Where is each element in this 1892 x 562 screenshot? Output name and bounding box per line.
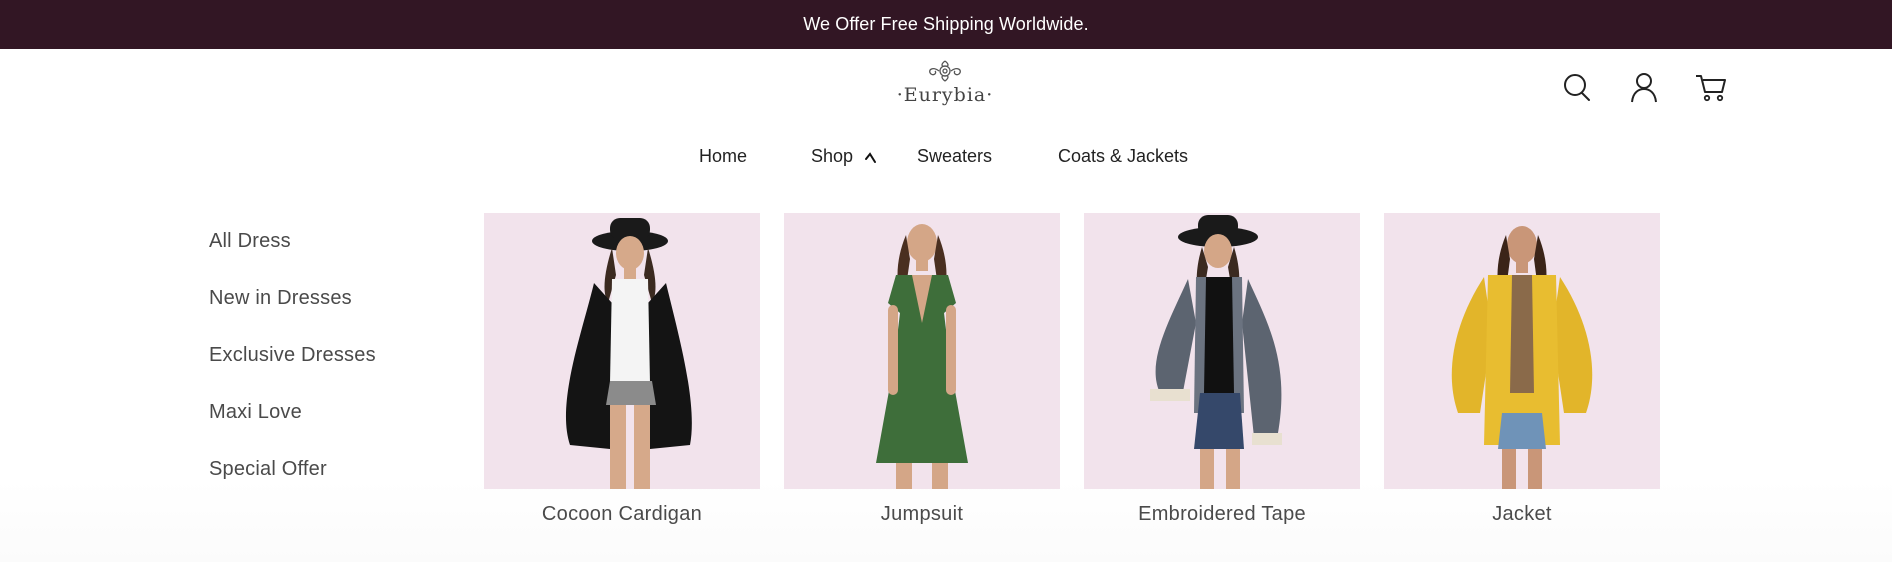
- category-all-dress[interactable]: All Dress: [209, 230, 291, 253]
- cart-icon[interactable]: [1694, 70, 1728, 106]
- category-new-in-dresses[interactable]: New in Dresses: [209, 287, 352, 310]
- mouse-cursor-icon: [865, 152, 876, 163]
- nav-item-home[interactable]: Home: [699, 146, 747, 167]
- product-title[interactable]: Jacket: [1384, 503, 1660, 526]
- account-icon[interactable]: [1627, 70, 1661, 106]
- category-exclusive-dresses[interactable]: Exclusive Dresses: [209, 344, 376, 367]
- product-image[interactable]: [1084, 213, 1360, 489]
- search-icon[interactable]: [1560, 70, 1594, 106]
- logo-ornament-icon: [929, 60, 961, 82]
- product-title[interactable]: Jumpsuit: [784, 503, 1060, 526]
- announcement-bar: We Offer Free Shipping Worldwide.: [0, 0, 1892, 49]
- brand-logo[interactable]: ·Eurybia·: [880, 58, 1010, 118]
- product-image[interactable]: [484, 213, 760, 489]
- shop-mega-menu: All Dress New in Dresses Exclusive Dress…: [0, 200, 1892, 562]
- category-maxi-love[interactable]: Maxi Love: [209, 401, 302, 424]
- product-card[interactable]: Embroidered Tape: [1084, 213, 1360, 526]
- product-card[interactable]: Jacket: [1384, 213, 1660, 526]
- nav-item-coats-jackets[interactable]: Coats & Jackets: [1058, 146, 1188, 167]
- product-image[interactable]: [784, 213, 1060, 489]
- product-title[interactable]: Cocoon Cardigan: [484, 503, 760, 526]
- product-image[interactable]: [1384, 213, 1660, 489]
- brand-name: ·Eurybia·: [896, 84, 994, 106]
- main-nav: Home Shop Sweaters Coats & Jackets: [0, 146, 1892, 170]
- product-card[interactable]: Cocoon Cardigan: [484, 213, 760, 526]
- category-special-offer[interactable]: Special Offer: [209, 458, 327, 481]
- nav-item-sweaters[interactable]: Sweaters: [917, 146, 992, 167]
- nav-item-shop[interactable]: Shop: [811, 146, 853, 167]
- product-card[interactable]: Jumpsuit: [784, 213, 1060, 526]
- announcement-text: We Offer Free Shipping Worldwide.: [803, 14, 1089, 34]
- product-title[interactable]: Embroidered Tape: [1084, 503, 1360, 526]
